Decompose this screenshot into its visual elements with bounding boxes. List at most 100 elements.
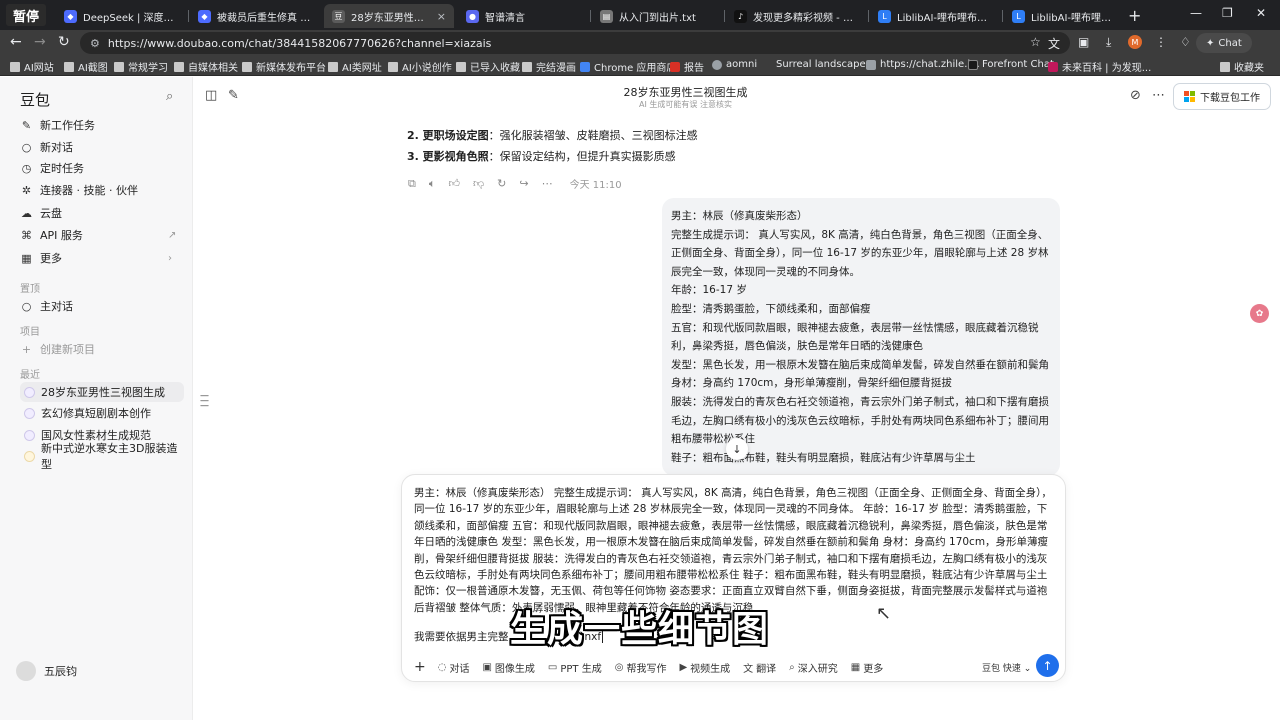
forward-icon[interactable]: → [34,34,46,50]
bookmark-item[interactable]: 新媒体发布平台 [242,59,326,74]
sidebar-item-connectors[interactable]: ✲ 连接器 · 技能 · 伙伴 [20,180,138,200]
lightbulb-icon[interactable]: ♢ [1180,35,1191,49]
menu-icon[interactable]: ⋮ [1155,35,1167,49]
bookmark-item[interactable]: 常规学习 [114,59,168,74]
api-icon: ⌘ [21,228,32,242]
url-text: https://www.doubao.com/chat/384415820677… [107,36,492,50]
section-recent: 最近 [20,370,40,381]
conversation-item-active[interactable]: 28岁东亚男性三视图生成 [20,382,184,402]
sidebar-item-new-task[interactable]: ✎ 新工作任务 [20,115,95,135]
sidebar-item-new-chat[interactable]: ○ 新对话 [20,137,73,157]
section-pinned: 置顶 [20,284,40,295]
conversation-item[interactable]: 玄幻修真短剧剧本创作 [20,403,184,423]
sidebar-item-api[interactable]: ⌘ API 服务 ↗ [20,225,176,245]
liblib-icon: L [1012,9,1025,23]
chevron-down-icon: ⌄ [1020,664,1032,674]
conversation-item[interactable]: 新中式逆水寒女主3D服装造型 [20,442,184,471]
bookmark-item[interactable]: 未来百科 | 为发现... [1048,59,1151,74]
bookmark-item[interactable]: 报告 [670,59,704,74]
tool-ppt-button[interactable]: ▭ PPT 生成 [548,660,602,675]
bookmark-star-icon[interactable]: ☆ [1030,35,1041,49]
folder-icon [242,61,252,72]
send-button[interactable]: ↑ [1036,654,1059,677]
copy-icon[interactable]: ⧉ [408,177,416,191]
sidebar-item-main-chat[interactable]: ○ 主对话 [20,296,73,316]
browser-tab[interactable]: ▤ 从入门到出片.txt [592,4,722,28]
conversation-icon [24,407,35,419]
floating-extension-icon[interactable]: ✿ [1250,304,1269,323]
composer-input-text[interactable]: 男主：林辰（修真废柴形态） 完整生成提示词： 真人写实风，8K 高清，纯白色背景… [414,485,1054,615]
translate-page-icon[interactable]: 文 [1048,35,1060,52]
bookmark-item[interactable]: https://chat.zhile.i... [866,59,980,70]
thumbs-up-icon[interactable]: 👍︎ [448,177,460,190]
tool-translate-button[interactable]: 文翻译 [743,660,776,675]
tool-image-button[interactable]: ▣ 图像生成 [482,660,534,675]
extensions-icon[interactable]: ▣ [1078,35,1089,49]
downloads-icon[interactable]: ⤓ [1106,35,1111,50]
bookmark-item[interactable]: AI小说创作 [388,59,452,74]
bookmark-item[interactable]: 已导入收藏 [456,59,520,74]
browser-tab[interactable]: ● 智谱清言 [458,4,588,28]
browser-tab[interactable]: ◆ DeepSeek | 深度求索 [56,4,186,28]
browser-tab[interactable]: ♪ 发现更多精彩视频 - 抖音搜索 [726,4,866,28]
assistant-list-item: 2. 更职场设定图：强化服装褶皱、皮鞋磨损、三视图标注感 [407,129,698,142]
address-bar[interactable]: ⚙ https://www.doubao.com/chat/3844158206… [80,32,1070,54]
attach-plus-icon[interactable]: + [414,659,426,675]
browser-tab[interactable]: L LiblibAI-哩布哩布AI - 国内领 [1004,4,1124,28]
bookmark-item[interactable]: Surreal landscape... [762,59,875,70]
sidebar-item-cloud-drive[interactable]: ☁ 云盘 [20,203,62,223]
regenerate-icon[interactable]: ↻ [497,177,506,190]
bookmark-item[interactable]: AI截图 [64,59,108,74]
share-icon[interactable]: ↪ [519,177,528,190]
browser-tab[interactable]: ◆ 被裁员后重生修真 - DeepSe [190,4,320,28]
tool-writing-button[interactable]: ◎ 帮我写作 [615,660,667,675]
profile-avatar-icon[interactable]: M [1128,35,1142,49]
mute-icon[interactable]: ⊘ [1130,88,1141,103]
minimize-icon[interactable]: — [1190,6,1202,20]
message-timestamp: 今天 11:10 [569,180,622,191]
scroll-to-bottom-button[interactable]: ↓ [726,438,748,460]
clock-icon: ◷ [21,161,32,175]
tool-chat-button[interactable]: ◌ 对话 [438,660,470,675]
reload-icon[interactable]: ↻ [58,34,70,50]
tool-research-button[interactable]: ⌕ 深入研究 [789,660,838,675]
drag-handle-icon[interactable]: — — — [200,392,209,411]
browser-tab-active[interactable]: 豆 28岁东亚男性三视图生成 × [324,4,454,28]
model-selector[interactable]: 豆包 快速 ⌄ [982,661,1031,674]
sidebar-item-more[interactable]: ▦ 更多 › [20,248,172,268]
restore-icon[interactable]: ❐ [1222,6,1233,20]
more-icon[interactable]: ⋯ [542,177,553,190]
user-profile[interactable]: 五辰钧 [16,661,77,681]
search-icon[interactable]: ⌕ [166,89,173,104]
ppt-icon: ▭ [547,661,558,673]
douyin-icon: ♪ [734,9,747,23]
bookmark-item[interactable]: 自媒体相关 [174,59,238,74]
new-project-button[interactable]: + 创建新项目 [20,339,95,359]
bookmark-item[interactable]: 完结漫画 [522,59,576,74]
new-tab-icon[interactable]: + [1128,6,1141,25]
site-info-icon[interactable]: ⚙ [90,37,100,50]
bookmark-item[interactable]: Forefront Chat [968,59,1054,70]
bookmark-item[interactable]: AI网站 [10,59,54,74]
bookmark-folder-favorites[interactable]: 收藏夹 [1220,59,1264,74]
bookmark-item[interactable]: Chrome 应用商店 [580,59,676,74]
browser-tab[interactable]: L LiblibAI-哩布哩布AI - 国内领 [870,4,1000,28]
user-message-line: 男主：林辰（修真废柴形态） [671,210,808,222]
speaker-icon[interactable]: 🔈︎ [429,177,436,191]
more-options-icon[interactable]: ⋯ [1152,88,1165,103]
tool-more-button[interactable]: ▦ 更多 [851,660,883,675]
bookmark-item[interactable]: aomni [712,59,757,70]
chat-button[interactable]: ✦ Chat [1196,33,1252,53]
back-icon[interactable]: ← [10,34,22,50]
sidebar-item-scheduled-task[interactable]: ◷ 定时任务 [20,158,84,178]
bookmark-item[interactable]: AI类网址 [328,59,382,74]
folder-icon [456,61,466,72]
close-window-icon[interactable]: ✕ [1256,6,1266,20]
close-icon[interactable]: × [437,10,446,23]
tool-video-button[interactable]: ▶ 视频生成 [679,660,730,675]
folder-icon [174,61,184,72]
browser-toolbar: ← → ↻ ⚙ https://www.doubao.com/chat/3844… [0,30,1280,56]
thumbs-down-icon[interactable]: 👎︎ [473,177,484,190]
video-icon: ▶ [679,661,688,673]
download-app-button[interactable]: 下载豆包工作 [1173,83,1271,110]
